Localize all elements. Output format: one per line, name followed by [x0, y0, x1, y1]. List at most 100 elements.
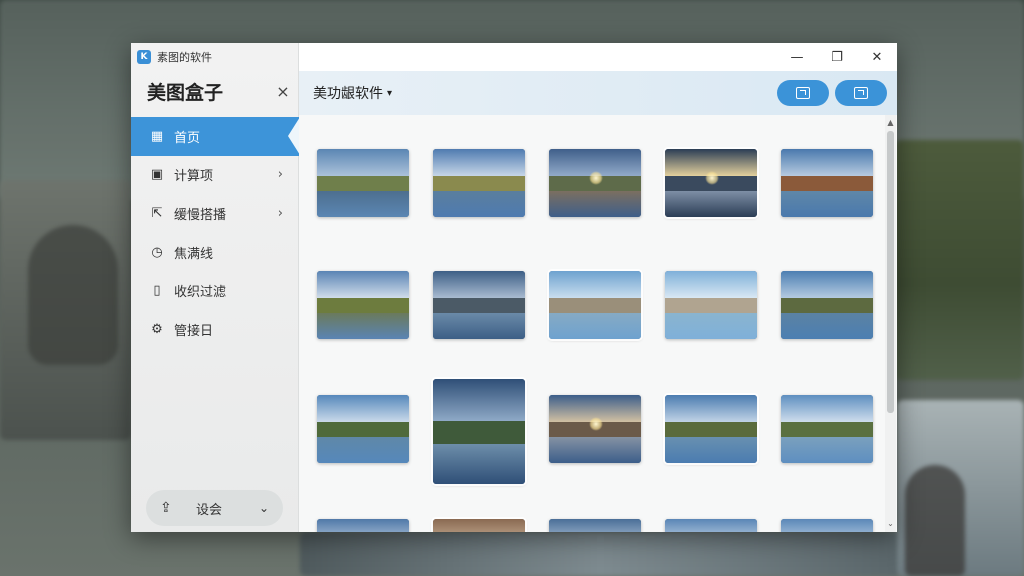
sidebar-item-label: 首页 [174, 130, 201, 146]
sidebar-item-broadcast[interactable]: ⇱ 缓慢搭播 › [131, 194, 299, 233]
thumbnail-water [665, 437, 757, 463]
desktop-background-hill [895, 140, 1024, 380]
photo-thumbnail[interactable] [317, 271, 409, 339]
photo-thumbnail[interactable] [549, 395, 641, 463]
photo-thumbnail[interactable] [431, 377, 527, 486]
thumbnail-sun [589, 417, 603, 431]
thumbnail-sun [589, 171, 603, 185]
close-button[interactable]: ✕ [857, 43, 897, 71]
toolbar: 美功龈软件 ▾ [299, 71, 897, 115]
thumbnail-water [781, 191, 873, 217]
clock-icon: ◷ [151, 244, 163, 260]
caret-down-icon: ▾ [387, 87, 393, 99]
sidebar-item-label: 管接日 [174, 323, 214, 339]
gear-icon: ⚙ [151, 321, 163, 337]
desktop-background-bottom [300, 532, 900, 576]
app-title-row: K 素图的软件 [137, 48, 212, 66]
arrange-button[interactable] [835, 80, 887, 106]
settings-label: 设会 [196, 502, 223, 518]
thumbnail-water [781, 313, 873, 339]
thumbnail-sky [433, 519, 525, 532]
desktop-background-person-right [905, 465, 965, 576]
thumbnail-water [433, 191, 525, 217]
photo-thumbnail[interactable] [781, 271, 873, 339]
photo-thumbnail[interactable] [433, 149, 525, 217]
main-panel: — ❐ ✕ 美功龈软件 ▾ ▲ ⌄ [299, 43, 897, 532]
chevron-down-icon: ⌄ [258, 501, 269, 515]
thumbnail-water [317, 437, 409, 463]
thumbnail-sky [781, 271, 873, 302]
photo-thumbnail[interactable] [433, 271, 525, 339]
category-label: 美功龈软件 [313, 86, 383, 102]
sidebar-item-label: 缓慢搭播 [174, 207, 227, 223]
sidebar-item-filter[interactable]: ▯ 收织过滤 [131, 271, 299, 310]
thumbnail-sky [549, 519, 641, 532]
export-icon: ⇱ [151, 205, 163, 221]
photo-thumbnail[interactable] [781, 395, 873, 463]
sidebar-header: 美图盒子 × [147, 77, 293, 105]
sidebar-item-manage[interactable]: ⚙ 管接日 [131, 310, 299, 349]
app-window: K 素图的软件 美图盒子 × ▦ 首页 ▣ 计算项 › ⇱ 缓慢搭播 › ◷ 焦… [131, 43, 897, 532]
upload-icon: ⇪ [160, 500, 172, 516]
document-icon: ▯ [153, 283, 161, 299]
chevron-right-icon: › [277, 167, 283, 183]
thumbnail-sky [433, 271, 525, 302]
photo-thumbnail[interactable] [317, 149, 409, 217]
scroll-up-icon[interactable]: ▲ [885, 117, 896, 129]
switch-view-button[interactable] [777, 80, 829, 106]
gallery-scrollbar[interactable]: ▲ ⌄ [885, 115, 896, 532]
sidebar-close-icon[interactable]: × [273, 82, 293, 101]
scrollbar-thumb[interactable] [887, 131, 894, 413]
thumbnail-water [781, 437, 873, 463]
thumbnail-water [317, 191, 409, 217]
thumbnail-water [549, 437, 641, 463]
thumbnail-water [665, 191, 757, 217]
minimize-button[interactable]: — [777, 43, 817, 71]
layout-icon [854, 87, 868, 99]
toolbar-actions [777, 80, 887, 106]
photo-thumbnail[interactable] [431, 517, 527, 532]
desktop-background-person-left [28, 225, 118, 365]
scroll-down-icon[interactable]: ⌄ [885, 518, 896, 530]
photo-thumbnail[interactable] [663, 147, 759, 219]
settings-button[interactable]: ⇪ 设会 ⌄ [146, 490, 283, 526]
thumbnail-sky [781, 395, 873, 426]
photo-thumbnail[interactable] [317, 519, 409, 532]
category-dropdown[interactable]: 美功龈软件 ▾ [313, 83, 392, 103]
photo-thumbnail[interactable] [549, 149, 641, 217]
thumbnail-water [549, 191, 641, 217]
thumbnail-sun [705, 171, 719, 185]
photo-thumbnail[interactable] [781, 149, 873, 217]
sidebar-item-home[interactable]: ▦ 首页 [131, 117, 300, 156]
thumbnail-sky [317, 395, 409, 426]
thumbnail-sky [317, 519, 409, 532]
window-controls: — ❐ ✕ [299, 43, 897, 71]
photo-thumbnail[interactable] [547, 269, 643, 341]
sidebar-title: 美图盒子 [147, 81, 224, 104]
thumbnail-sky [433, 149, 525, 180]
photo-thumbnail[interactable] [665, 519, 757, 532]
sidebar-item-label: 计算项 [174, 169, 214, 185]
photo-thumbnail[interactable] [663, 393, 759, 465]
app-logo-icon: K [137, 50, 151, 64]
thumbnail-water [317, 313, 409, 339]
photo-gallery [299, 115, 885, 532]
photo-thumbnail[interactable] [549, 519, 641, 532]
thumbnail-water [665, 313, 757, 339]
calendar-icon: ▣ [150, 167, 164, 183]
thumbnail-water [433, 313, 525, 339]
thumbnail-sky [665, 271, 757, 302]
sidebar-item-calculate[interactable]: ▣ 计算项 › [131, 156, 299, 195]
sidebar-nav: ▦ 首页 ▣ 计算项 › ⇱ 缓慢搭播 › ◷ 焦满线 ▯ 收织过滤 ⚙ 管接日 [131, 117, 300, 349]
sidebar-item-label: 收织过滤 [174, 285, 227, 301]
thumbnail-sky [317, 149, 409, 180]
thumbnail-water [433, 444, 525, 484]
photo-thumbnail[interactable] [665, 271, 757, 339]
sidebar: K 素图的软件 美图盒子 × ▦ 首页 ▣ 计算项 › ⇱ 缓慢搭播 › ◷ 焦… [131, 43, 300, 532]
maximize-button[interactable]: ❐ [817, 43, 857, 71]
thumbnail-sky [665, 395, 757, 426]
photo-thumbnail[interactable] [317, 395, 409, 463]
sidebar-item-timeline[interactable]: ◷ 焦满线 [131, 233, 299, 272]
thumbnail-water [549, 313, 641, 339]
photo-thumbnail[interactable] [781, 519, 873, 532]
